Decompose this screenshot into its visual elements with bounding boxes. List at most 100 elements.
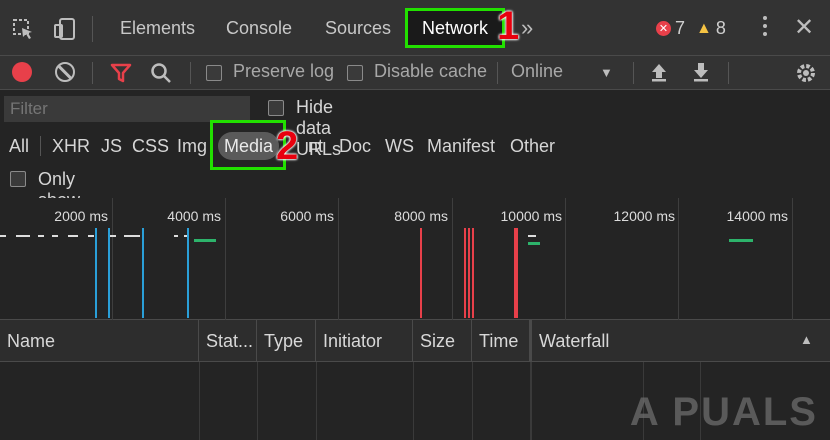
request-dash <box>528 235 536 237</box>
type-filter-all[interactable]: All <box>3 132 35 160</box>
disable-cache-label[interactable]: Disable cache <box>374 61 487 82</box>
load-event-line <box>420 228 422 318</box>
request-dash <box>16 235 30 237</box>
tab-network[interactable]: Network <box>405 8 506 48</box>
column-size[interactable]: Size <box>413 320 472 362</box>
error-count: 7 <box>675 18 686 38</box>
annotation-one: 1 <box>497 4 520 48</box>
column-divider <box>530 362 532 440</box>
type-filter-xhr[interactable]: XHR <box>46 132 96 160</box>
request-dash <box>0 235 6 237</box>
request-dash <box>38 235 44 237</box>
column-name[interactable]: Name <box>0 320 199 362</box>
appuals-watermark: A PUALS <box>629 390 818 434</box>
type-filter-media[interactable]: Media <box>218 132 280 160</box>
request-dash <box>88 235 94 237</box>
warning-counter[interactable]: ▲ 8 <box>696 18 726 39</box>
tick-label: 8000 ms <box>394 208 448 224</box>
tab-sources[interactable]: Sources <box>307 8 409 48</box>
inspect-element-icon[interactable] <box>10 16 36 42</box>
tick-gridline <box>452 198 453 320</box>
hide-data-urls-checkbox[interactable] <box>268 100 284 116</box>
device-toolbar-icon[interactable] <box>52 16 78 42</box>
request-waiting-bar <box>729 239 753 242</box>
settings-gear-icon[interactable] <box>794 61 818 90</box>
dom-content-loaded-line <box>108 228 110 318</box>
tick-label: 14000 ms <box>726 208 788 224</box>
annotation-two: 2 <box>276 124 299 168</box>
column-time[interactable]: Time <box>472 320 530 362</box>
throttling-select[interactable]: Online <box>511 61 563 82</box>
tick-gridline <box>338 198 339 320</box>
requests-table-header: Name Stat... Type Initiator Size Time Wa… <box>0 320 830 362</box>
toolbar-divider <box>728 62 729 84</box>
type-filter-ws[interactable]: WS <box>379 132 420 160</box>
column-waterfall[interactable]: Waterfall <box>530 320 830 362</box>
search-icon[interactable] <box>150 62 172 89</box>
tick-label: 12000 ms <box>613 208 675 224</box>
filter-icon[interactable] <box>110 62 132 89</box>
tab-elements[interactable]: Elements <box>102 8 213 48</box>
tick-label: 4000 ms <box>167 208 221 224</box>
tick-label: 2000 ms <box>54 208 108 224</box>
warning-count: 8 <box>715 18 726 38</box>
toolbar-divider <box>633 62 634 84</box>
network-toolbar: Preserve log Disable cache Online ▼ <box>0 56 830 90</box>
error-counter[interactable]: ✕ 7 <box>656 18 685 39</box>
column-divider <box>257 362 258 440</box>
tick-gridline <box>112 198 113 320</box>
preserve-log-checkbox[interactable] <box>206 65 222 81</box>
column-divider <box>316 362 317 440</box>
tick-gridline <box>792 198 793 320</box>
request-dash <box>68 235 78 237</box>
request-dash <box>110 235 116 237</box>
network-overview-timeline[interactable]: 2000 ms 4000 ms 6000 ms 8000 ms 10000 ms… <box>0 198 830 320</box>
request-dash <box>52 235 58 237</box>
record-icon[interactable] <box>12 62 32 82</box>
sort-ascending-icon[interactable]: ▲ <box>800 332 813 347</box>
throttling-dropdown-icon[interactable]: ▼ <box>600 65 613 80</box>
load-event-line <box>514 228 518 318</box>
load-event-line <box>472 228 474 318</box>
column-status[interactable]: Stat... <box>199 320 257 362</box>
clear-icon[interactable] <box>55 62 75 82</box>
request-waiting-bar <box>528 242 540 245</box>
type-filter-manifest[interactable]: Manifest <box>421 132 501 160</box>
type-filter-img[interactable]: Img <box>171 132 213 160</box>
request-dash <box>174 235 178 237</box>
error-icon: ✕ <box>656 21 671 36</box>
type-filter-other[interactable]: Other <box>504 132 561 160</box>
tab-console[interactable]: Console <box>208 8 310 48</box>
column-divider <box>413 362 414 440</box>
devtools-tab-bar: Elements Console Sources Network 1 » ✕ 7… <box>0 0 830 56</box>
samesite-checkbox[interactable] <box>10 171 26 187</box>
tick-label: 6000 ms <box>280 208 334 224</box>
filter-input[interactable] <box>4 96 250 122</box>
column-type[interactable]: Type <box>257 320 316 362</box>
preserve-log-label[interactable]: Preserve log <box>233 61 334 82</box>
load-event-line <box>468 228 470 318</box>
tab-divider <box>92 16 93 42</box>
type-filter-css[interactable]: CSS <box>126 132 175 160</box>
tick-gridline <box>678 198 679 320</box>
toolbar-divider <box>92 62 93 84</box>
type-divider <box>40 136 41 156</box>
type-filter-js[interactable]: JS <box>95 132 128 160</box>
kebab-menu-icon[interactable] <box>758 16 772 36</box>
tick-gridline <box>565 198 566 320</box>
more-tabs-icon[interactable]: » <box>521 15 533 41</box>
dom-content-loaded-line <box>95 228 97 318</box>
dom-content-loaded-line <box>187 228 189 318</box>
import-har-icon[interactable] <box>650 61 668 88</box>
column-initiator[interactable]: Initiator <box>316 320 413 362</box>
type-filter-font[interactable]: nt <box>302 132 329 160</box>
toolbar-divider <box>497 62 498 84</box>
column-divider <box>199 362 200 440</box>
type-filter-doc[interactable]: Doc <box>333 132 377 160</box>
dom-content-loaded-line <box>142 228 144 318</box>
export-har-icon[interactable] <box>692 61 710 88</box>
disable-cache-checkbox[interactable] <box>347 65 363 81</box>
tick-label: 10000 ms <box>500 208 562 224</box>
tick-gridline <box>225 198 226 320</box>
close-icon[interactable]: ✕ <box>794 13 814 42</box>
